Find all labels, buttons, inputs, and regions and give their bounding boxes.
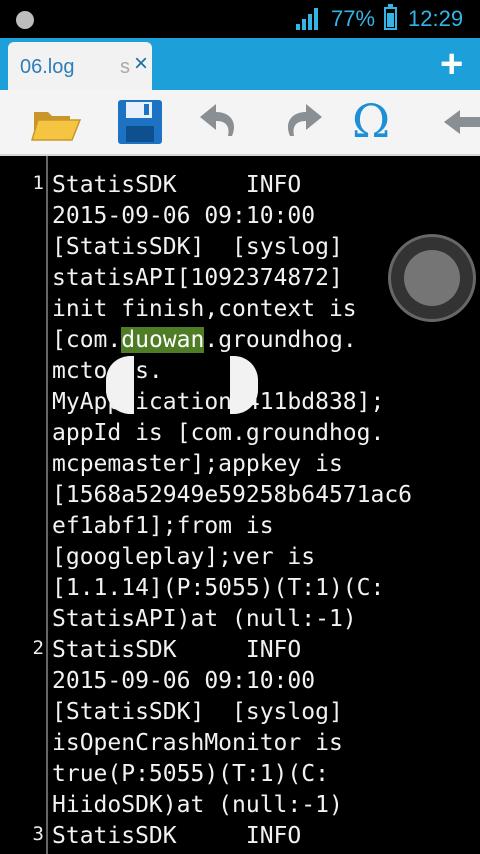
close-tab-icon[interactable]: × <box>134 52 148 76</box>
notification-dot-icon <box>16 11 34 29</box>
line-text: StatisSDK INFO <box>52 637 302 663</box>
tab-bar: 06.log s × + <box>0 38 480 90</box>
line-text: mcpemaster];appkey is <box>52 451 343 477</box>
editor-row: 2015-09-06 09:10:00 <box>0 666 480 697</box>
editor-row: ef1abf1];from is <box>0 511 480 542</box>
editor-row: 3 StatisSDK INFO <box>0 821 480 852</box>
line-text: [googleplay];ver is <box>52 544 316 570</box>
editor-row: [1.1.14](P:5055)(T:1)(C: <box>0 573 480 604</box>
tab-next-peek: s <box>120 56 130 78</box>
editor-row: [1568a52949e59258b64571ac6 <box>0 480 480 511</box>
editor-row: appId is [com.groundhog. <box>0 418 480 449</box>
line-number: 2 <box>32 637 44 659</box>
battery-percent: 77% <box>331 6 376 31</box>
line-number: 1 <box>32 172 44 194</box>
toolbar: Ω <box>0 90 480 156</box>
battery-icon <box>384 4 397 30</box>
assistive-touch-button[interactable] <box>388 234 476 322</box>
add-tab-icon[interactable]: + <box>440 44 463 84</box>
line-text: MyApplication@411bd838]; <box>52 389 385 415</box>
editor-row: true(P:5055)(T:1)(C: <box>0 759 480 790</box>
editor-row: mcpemaster];appkey is <box>0 449 480 480</box>
editor-row: 1 StatisSDK INFO <box>0 170 480 201</box>
save-icon[interactable] <box>108 90 172 154</box>
editor-row: [StatisSDK] [syslog] <box>0 697 480 728</box>
line-text: statisAPI[1092374872] <box>52 265 343 291</box>
omega-icon[interactable]: Ω <box>352 96 390 146</box>
line-text: [1.1.14](P:5055)(T:1)(C: <box>52 575 385 601</box>
line-text: StatisAPI)at (null:-1) <box>52 606 357 632</box>
line-text: true(P:5055)(T:1)(C: <box>52 761 329 787</box>
line-text: StatisSDK INFO <box>52 823 302 849</box>
editor-row: HiidoSDK)at (null:-1) <box>0 790 480 821</box>
signal-icon <box>296 8 318 30</box>
editor-row: isOpenCrashMonitor is <box>0 728 480 759</box>
line-text: 2015-09-06 09:10:00 <box>52 203 316 229</box>
editor-row: 2015-09-06 09:10:00 <box>0 201 480 232</box>
editor-row: StatisAPI)at (null:-1) <box>0 604 480 635</box>
line-text: init finish,context is <box>52 296 357 322</box>
line-text: isOpenCrashMonitor is <box>52 730 343 756</box>
text-before-selection: [com. <box>52 327 122 353</box>
line-text: [StatisSDK] [syslog] <box>52 234 343 260</box>
text-after-selection: .groundhog. <box>204 327 357 353</box>
line-text: ef1abf1];from is <box>52 513 274 539</box>
status-bar: 77% 12:29 <box>0 0 480 38</box>
tab-active-file[interactable]: 06.log s × <box>8 42 152 90</box>
clock: 12:29 <box>408 6 464 31</box>
editor-row: 2 StatisSDK INFO <box>0 635 480 666</box>
back-arrow-icon[interactable] <box>438 90 480 154</box>
redo-icon[interactable] <box>270 90 334 154</box>
line-text: appId is [com.groundhog. <box>52 420 385 446</box>
line-text: [StatisSDK] [syslog] <box>52 699 343 725</box>
editor-row: [googleplay];ver is <box>0 542 480 573</box>
line-text: [com.duowan.groundhog. <box>52 325 357 356</box>
line-text: 2015-09-06 09:10:00 <box>52 668 316 694</box>
open-folder-icon[interactable] <box>24 90 88 154</box>
line-number: 3 <box>32 823 44 845</box>
undo-icon[interactable] <box>188 90 252 154</box>
selected-text: duowan <box>121 327 205 353</box>
line-text: HiidoSDK)at (null:-1) <box>52 792 343 818</box>
editor-row: [com.duowan.groundhog. <box>0 325 480 356</box>
line-text: [1568a52949e59258b64571ac6 <box>52 482 413 508</box>
tab-title: 06.log <box>20 56 75 78</box>
line-text: StatisSDK INFO <box>52 172 302 198</box>
